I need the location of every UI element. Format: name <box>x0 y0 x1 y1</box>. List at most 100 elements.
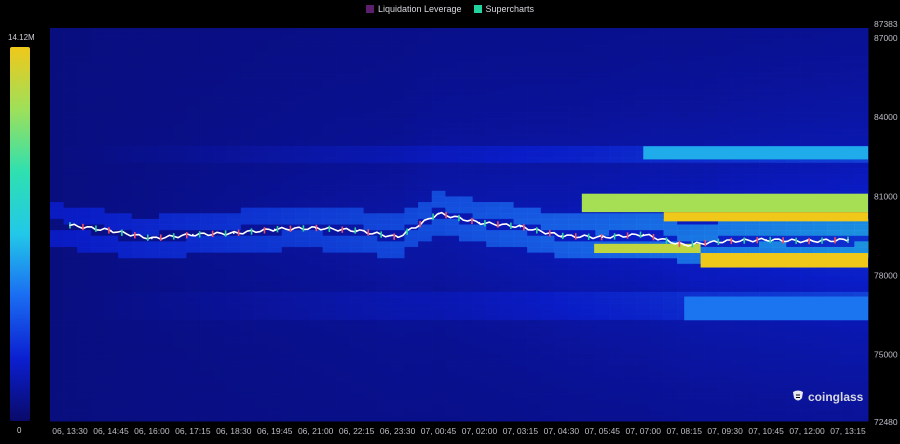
heatmap-cell <box>486 50 501 57</box>
heatmap-cell <box>622 224 637 231</box>
heatmap-cell <box>50 218 65 225</box>
heatmap-cell <box>527 235 542 242</box>
heatmap-cell <box>309 50 324 57</box>
heatmap-cell <box>799 275 814 282</box>
heatmap-cell <box>459 381 474 388</box>
heatmap-cell <box>568 241 583 248</box>
heatmap-cell <box>731 342 746 349</box>
heatmap-cell <box>786 61 801 68</box>
heatmap-cell <box>813 112 828 119</box>
heatmap-cell <box>472 269 487 276</box>
heatmap-cell <box>213 269 228 276</box>
heatmap-cell <box>104 258 119 265</box>
heatmap-cell <box>336 168 351 175</box>
heatmap-cell <box>322 364 337 371</box>
heatmap-cell <box>104 404 119 411</box>
heatmap-cell <box>404 173 419 181</box>
heatmap-cell <box>227 151 242 158</box>
price-point <box>273 228 276 231</box>
heatmap-cell <box>254 308 269 315</box>
heatmap-cell <box>322 258 337 265</box>
heatmap-cell <box>608 168 624 175</box>
heatmap-cell <box>527 376 542 383</box>
heatmap-cell <box>758 342 774 349</box>
heatmap-cell <box>418 129 433 136</box>
heatmap-cell <box>159 280 174 287</box>
heatmap-cell <box>363 190 378 197</box>
heatmap-cell <box>118 218 133 225</box>
heatmap-cell <box>622 78 637 85</box>
heatmap-cell <box>608 252 624 259</box>
heatmap-cell <box>540 78 555 85</box>
heatmap-cell <box>472 44 487 51</box>
heatmap-cell <box>486 134 501 141</box>
heatmap-cell <box>499 157 515 164</box>
heatmap-cell <box>172 303 187 310</box>
heatmap-cell <box>104 78 119 85</box>
heatmap-cell <box>595 224 610 231</box>
heatmap-cell <box>213 213 228 220</box>
heatmap-cell <box>404 392 419 400</box>
heatmap-cell <box>131 117 146 124</box>
legend-item-supercharts[interactable]: Supercharts <box>473 4 534 14</box>
heatmap-cell <box>499 381 515 388</box>
heatmap-cell <box>636 336 651 343</box>
heatmap-cell <box>390 381 405 388</box>
heatmap-cell <box>704 269 719 276</box>
heatmap-cell <box>568 387 583 394</box>
heatmap-cell <box>840 230 855 237</box>
heatmap-cell <box>227 325 242 332</box>
price-candle <box>276 226 279 233</box>
heatmap-cell <box>213 134 228 141</box>
heatmap-cell <box>118 173 133 181</box>
heatmap-cell <box>608 89 624 96</box>
heatmap-cell <box>172 84 187 91</box>
heatmap-cell <box>690 398 705 405</box>
heatmap-cell <box>213 291 228 298</box>
heatmap-cell <box>63 359 78 366</box>
heatmap-cell <box>827 106 842 113</box>
heatmap-cell <box>131 134 146 141</box>
heatmap-cell <box>690 67 705 74</box>
heatmap-cell <box>131 364 146 371</box>
heatmap-cell <box>63 207 78 214</box>
x-tick-label: 06, 23:30 <box>380 426 416 436</box>
heatmap-cell <box>404 162 419 169</box>
heatmap-cell <box>118 398 133 405</box>
heatmap-cell <box>799 280 814 287</box>
heatmap-cell <box>581 123 596 130</box>
x-tick-label: 06, 22:15 <box>339 426 375 436</box>
heatmap-cell <box>827 33 842 40</box>
heatmap-cell <box>199 319 215 327</box>
heatmap-cell <box>281 308 296 315</box>
heatmap-cell <box>322 398 337 405</box>
heatmap-cell <box>677 230 692 237</box>
heatmap-cell <box>268 404 283 411</box>
price-point <box>396 236 399 238</box>
heatmap-cell <box>349 78 365 85</box>
heatmap-cell <box>131 387 146 394</box>
heatmap-cell <box>718 280 733 287</box>
heatmap-cell <box>377 331 392 338</box>
heatmap-cell <box>145 157 160 164</box>
heatmap-cell <box>718 39 733 46</box>
heatmap-cell <box>172 241 187 248</box>
heatmap-cell <box>472 106 487 113</box>
heatmap-cell <box>636 325 651 332</box>
heatmap-cell <box>418 123 433 130</box>
heatmap-cell <box>472 331 487 338</box>
heatmap-cell <box>336 387 351 394</box>
heatmap-cell <box>718 269 733 276</box>
heatmap-cell <box>377 398 392 405</box>
heatmap-cell <box>104 263 119 270</box>
legend-item-liquidation-leverage[interactable]: Liquidation Leverage <box>365 4 462 14</box>
heatmap-cell <box>104 106 119 113</box>
heatmap-cell <box>213 44 228 51</box>
heatmap-cell <box>172 123 187 130</box>
heatmap-cell <box>554 291 569 298</box>
heatmap-cell <box>527 190 542 197</box>
heatmap-cell <box>281 241 296 248</box>
heatmap-cell <box>63 84 78 91</box>
heatmap-cell <box>186 286 201 293</box>
heatmap-cell <box>349 190 365 197</box>
